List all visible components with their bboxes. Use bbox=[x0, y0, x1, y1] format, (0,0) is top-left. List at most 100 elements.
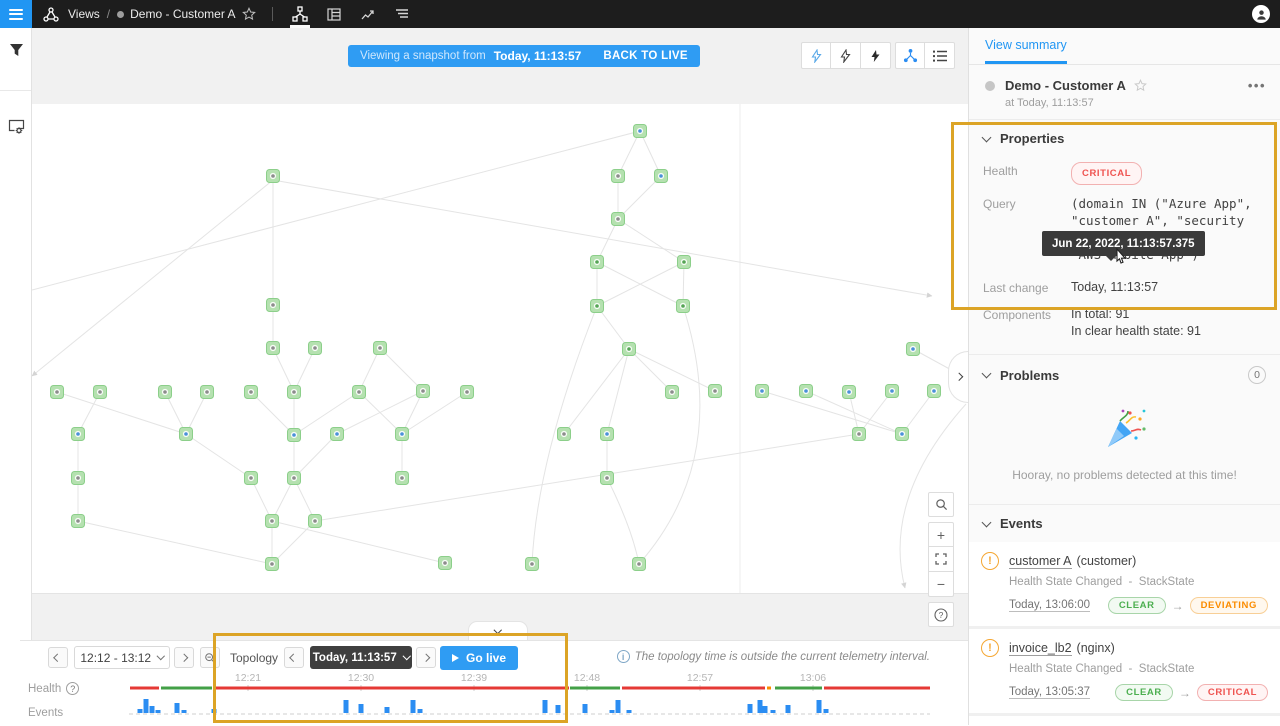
event-bar[interactable] bbox=[543, 700, 548, 713]
event-bar[interactable] bbox=[610, 710, 615, 713]
event-bar[interactable] bbox=[418, 709, 423, 713]
topology-node[interactable] bbox=[180, 428, 193, 441]
topology-node[interactable] bbox=[267, 170, 280, 183]
topology-node[interactable] bbox=[309, 515, 322, 528]
event-bar[interactable] bbox=[763, 706, 768, 713]
event-bar[interactable] bbox=[144, 699, 149, 713]
topology-node[interactable] bbox=[677, 300, 690, 313]
health-segment[interactable] bbox=[214, 687, 569, 690]
topology-node[interactable] bbox=[591, 256, 604, 269]
topology-node[interactable] bbox=[267, 342, 280, 355]
event-bar[interactable] bbox=[150, 706, 155, 713]
properties-header[interactable]: Properties bbox=[969, 120, 1280, 157]
topology-node[interactable] bbox=[439, 557, 452, 570]
topology-node[interactable] bbox=[633, 558, 646, 571]
topology-node[interactable] bbox=[843, 386, 856, 399]
event-time-link[interactable]: Today, 13:06:00 bbox=[1009, 599, 1090, 612]
topology-node[interactable] bbox=[417, 385, 430, 398]
topology-node[interactable] bbox=[612, 170, 625, 183]
topology-node[interactable] bbox=[886, 385, 899, 398]
event-bar[interactable] bbox=[748, 704, 753, 713]
health-segment[interactable] bbox=[570, 687, 620, 690]
event-bar[interactable] bbox=[156, 710, 161, 713]
topology-graph[interactable] bbox=[32, 28, 968, 593]
breadcrumb-view-title[interactable]: Demo - Customer A bbox=[130, 7, 235, 21]
event-bar[interactable] bbox=[771, 710, 776, 713]
alerts-filter-button[interactable] bbox=[861, 42, 891, 69]
filter-button[interactable] bbox=[0, 28, 32, 72]
topology-node[interactable] bbox=[288, 472, 301, 485]
topology-node[interactable] bbox=[72, 472, 85, 485]
topology-node[interactable] bbox=[396, 472, 409, 485]
event-card[interactable]: !invoice_lb2(nginx)Health State Changed … bbox=[969, 629, 1280, 713]
topology-node[interactable] bbox=[896, 428, 909, 441]
last-change-value[interactable]: Today, 11:13:57 bbox=[1071, 279, 1158, 296]
topology-node[interactable] bbox=[612, 213, 625, 226]
event-bar[interactable] bbox=[556, 705, 561, 713]
breadcrumb-views[interactable]: Views bbox=[68, 7, 100, 21]
event-bar[interactable] bbox=[359, 704, 364, 713]
topology-node[interactable] bbox=[309, 342, 322, 355]
event-bar[interactable] bbox=[817, 700, 822, 713]
health-segment[interactable] bbox=[130, 687, 159, 690]
favorite-star-icon[interactable] bbox=[236, 0, 262, 28]
event-bar[interactable] bbox=[824, 709, 829, 713]
event-bar[interactable] bbox=[212, 709, 217, 713]
topology-node[interactable] bbox=[655, 170, 668, 183]
zoom-in-button[interactable]: + bbox=[928, 522, 954, 547]
health-segment[interactable] bbox=[622, 687, 765, 690]
topology-node[interactable] bbox=[353, 386, 366, 399]
problems-header[interactable]: Problems 0 bbox=[969, 355, 1280, 395]
event-bar[interactable] bbox=[411, 700, 416, 713]
topology-node[interactable] bbox=[558, 428, 571, 441]
event-bar[interactable] bbox=[138, 709, 143, 713]
topology-node[interactable] bbox=[245, 472, 258, 485]
component-settings-button[interactable] bbox=[0, 105, 32, 149]
topology-node[interactable] bbox=[159, 386, 172, 399]
event-bar[interactable] bbox=[344, 700, 349, 713]
snapshot-banner-time[interactable]: Today, 11:13:57 bbox=[494, 49, 582, 63]
event-bar[interactable] bbox=[175, 703, 180, 713]
topology-node[interactable] bbox=[461, 386, 474, 399]
view-mode-events-icon[interactable] bbox=[385, 0, 419, 28]
event-bar[interactable] bbox=[385, 707, 390, 713]
topology-node[interactable] bbox=[634, 125, 647, 138]
event-bar[interactable] bbox=[786, 705, 791, 713]
topology-node[interactable] bbox=[331, 428, 344, 441]
favorite-star-icon[interactable] bbox=[1134, 79, 1147, 92]
events-filter-button[interactable] bbox=[831, 42, 861, 69]
topology-node[interactable] bbox=[526, 558, 539, 571]
view-mode-topology-icon[interactable] bbox=[283, 0, 317, 28]
topology-node[interactable] bbox=[928, 385, 941, 398]
event-bar[interactable] bbox=[758, 700, 763, 713]
event-component-link[interactable]: customer A bbox=[1009, 554, 1072, 569]
topology-node[interactable] bbox=[94, 386, 107, 399]
event-bar[interactable] bbox=[627, 710, 632, 713]
topology-node[interactable] bbox=[266, 558, 279, 571]
topology-node[interactable] bbox=[709, 385, 722, 398]
zoom-out-button[interactable]: − bbox=[928, 572, 954, 597]
view-mode-table-icon[interactable] bbox=[317, 0, 351, 28]
events-header[interactable]: Events bbox=[969, 505, 1280, 542]
topology-node[interactable] bbox=[623, 343, 636, 356]
topology-node[interactable] bbox=[374, 342, 387, 355]
topology-node[interactable] bbox=[288, 386, 301, 399]
more-menu-button[interactable]: ••• bbox=[1248, 78, 1266, 93]
timeline-collapse-tab[interactable] bbox=[468, 621, 528, 640]
topology-node[interactable] bbox=[907, 343, 920, 356]
topology-node[interactable] bbox=[201, 386, 214, 399]
view-mode-telemetry-icon[interactable] bbox=[351, 0, 385, 28]
back-to-live-button[interactable]: BACK TO LIVE bbox=[603, 50, 688, 62]
health-segment[interactable] bbox=[824, 687, 930, 690]
timeline-chart[interactable]: 12:2112:3012:3912:4812:5713:06 bbox=[20, 641, 968, 726]
event-time-link[interactable]: Today, 13:05:37 bbox=[1009, 686, 1090, 699]
event-bar[interactable] bbox=[616, 700, 621, 713]
menu-button[interactable] bbox=[0, 0, 32, 28]
topology-node[interactable] bbox=[800, 385, 813, 398]
problems-filter-button[interactable] bbox=[801, 42, 831, 69]
event-component-link[interactable]: invoice_lb2 bbox=[1009, 641, 1072, 656]
topology-node[interactable] bbox=[72, 428, 85, 441]
topology-node[interactable] bbox=[51, 386, 64, 399]
event-card[interactable]: !customer A(customer)Health State Change… bbox=[969, 542, 1280, 626]
topology-node[interactable] bbox=[245, 386, 258, 399]
